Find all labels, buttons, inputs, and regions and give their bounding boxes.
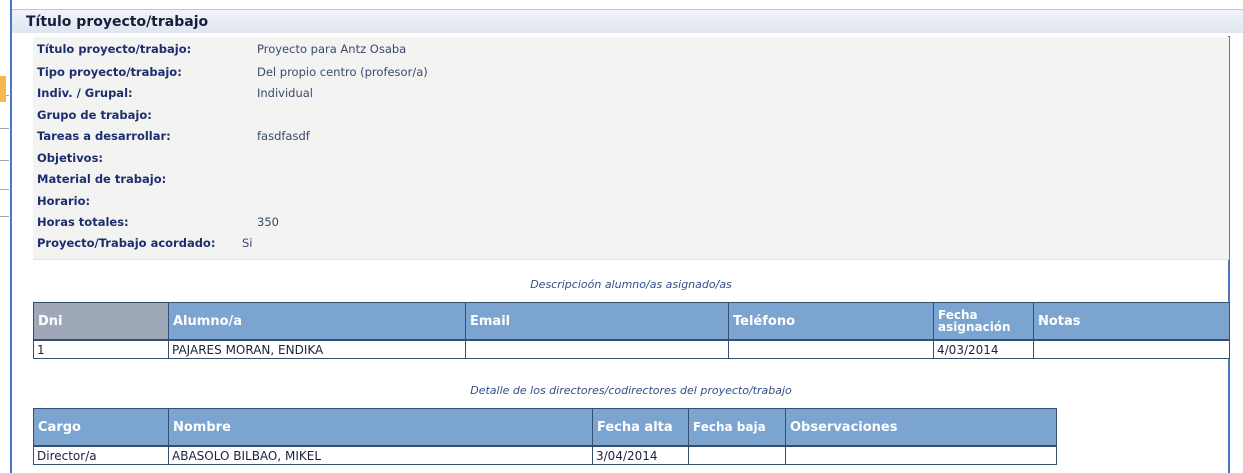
column-header-fecha-asignacion[interactable]: Fecha asignación [933,302,1034,341]
window-titlebar: Título proyecto/trabajo [12,9,1243,33]
detail-label: Tareas a desarrollar: [37,129,171,143]
directors-caption: Detalle de los directores/codirectores d… [470,384,792,397]
frame-tick [0,216,9,217]
table-row[interactable]: Director/a ABASOLO BILBAO, MIKEL 3/04/20… [33,445,1057,465]
detail-label: Material de trabajo: [37,172,167,186]
cell-telefono [728,339,934,359]
window-title: Título proyecto/trabajo [26,14,209,30]
table-row[interactable]: 1 PAJARES MORAN, ENDIKA 4/03/2014 [33,339,1230,359]
cell-fecha-baja [688,445,786,465]
column-header-cargo[interactable]: Cargo [33,408,169,447]
students-table: Dni Alumno/a Email Teléfono Fecha asigna… [33,302,1230,359]
project-details-panel: Título proyecto/trabajo: Proyecto para A… [33,37,1229,260]
detail-label: Proyecto/Trabajo acordado: [37,236,216,250]
directors-table: Cargo Nombre Fecha alta Fecha baja Obser… [33,408,1057,465]
cell-observaciones [785,445,1057,465]
column-header-alumno[interactable]: Alumno/a [168,302,466,341]
detail-value: Proyecto para Antz Osaba [257,42,407,56]
cell-notas [1033,339,1230,359]
column-header-observaciones[interactable]: Observaciones [785,408,1057,447]
detail-value: Del propio centro (profesor/a) [257,65,428,79]
side-tab-marker[interactable] [0,76,6,102]
column-header-dni[interactable]: Dni [33,302,169,341]
frame-tick [0,189,9,190]
table-header-row: Cargo Nombre Fecha alta Fecha baja Obser… [33,408,1057,447]
column-header-nombre[interactable]: Nombre [168,408,593,447]
column-header-telefono[interactable]: Teléfono [728,302,934,341]
left-frame [0,0,12,473]
cell-cargo: Director/a [33,445,169,465]
detail-label: Indiv. / Grupal: [37,86,133,100]
column-header-fecha-alta[interactable]: Fecha alta [592,408,689,447]
detail-value: fasdfasdf [257,129,310,143]
cell-email [465,339,729,359]
detail-label: Tipo proyecto/trabajo: [37,65,182,79]
cell-nombre: ABASOLO BILBAO, MIKEL [168,445,593,465]
detail-value: 350 [257,215,279,229]
cell-dni: 1 [33,339,169,359]
detail-label: Título proyecto/trabajo: [37,42,192,56]
detail-label: Objetivos: [37,151,104,165]
detail-label: Horario: [37,194,91,208]
column-header-fecha-baja[interactable]: Fecha baja [688,408,786,447]
detail-value: Individual [257,86,314,100]
detail-value: Si [242,236,253,250]
detail-label: Grupo de trabajo: [37,108,152,122]
frame-tick [0,128,9,129]
frame-tick [0,160,9,161]
students-caption: Descripcioón alumno/as asignado/as [530,278,732,291]
cell-alumno: PAJARES MORAN, ENDIKA [168,339,466,359]
cell-fecha-asignacion: 4/03/2014 [933,339,1034,359]
table-header-row: Dni Alumno/a Email Teléfono Fecha asigna… [33,302,1230,341]
column-header-notas[interactable]: Notas [1033,302,1230,341]
column-header-email[interactable]: Email [465,302,729,341]
cell-fecha-alta: 3/04/2014 [592,445,689,465]
detail-label: Horas totales: [37,215,129,229]
